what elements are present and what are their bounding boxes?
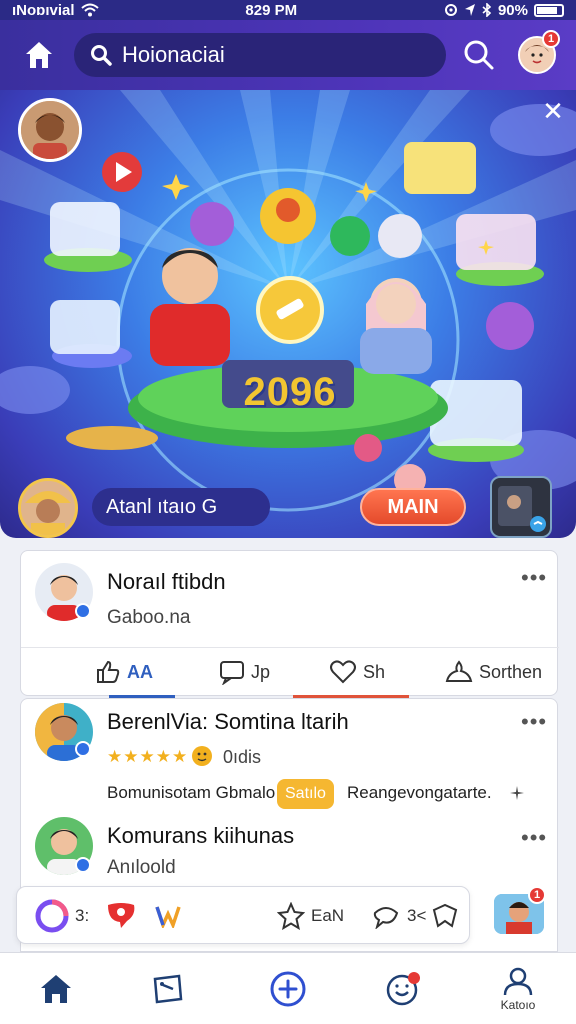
search-button[interactable]: [462, 38, 496, 72]
hero-banner[interactable]: ✕ 2096 Atanl ıtaıo G MAIN: [0, 90, 576, 538]
story-ring-icon: [35, 899, 69, 933]
emoji-icon: [192, 746, 212, 766]
chat-bubble-button[interactable]: [105, 899, 137, 933]
verified-icon: [75, 741, 91, 757]
video-icon: [498, 486, 546, 532]
hero-video-thumbnail[interactable]: [490, 476, 552, 538]
post-more-menu[interactable]: •••: [521, 565, 547, 591]
rating-text: 0ıdis: [223, 747, 262, 767]
brand-logo-icon: [155, 906, 181, 928]
reaction-composer-bar: 3: EaN 3<: [16, 886, 470, 944]
post-action-row: AA Jp Sh Sorthen: [21, 647, 559, 698]
avatar: [21, 481, 75, 535]
verified-icon: [75, 857, 91, 873]
comment-body-end: Reangevongatarte.: [347, 783, 492, 802]
main-cta-button[interactable]: MAIN: [360, 488, 466, 526]
map-icon: [153, 974, 183, 1004]
carrier-label: ıNoɒıvial: [12, 1, 75, 19]
banner-year-label: 2096: [243, 370, 337, 414]
profile-icon: [503, 967, 533, 996]
battery-icon: [534, 3, 564, 17]
status-bar: ıNoɒıvial 829 PM 90%: [0, 0, 576, 20]
brand-button[interactable]: [155, 899, 181, 933]
battery-percent: 90%: [497, 1, 528, 19]
nav-notifications[interactable]: [364, 953, 444, 1024]
profile-avatar-button[interactable]: 1: [518, 30, 560, 74]
wifi-icon: [80, 3, 99, 17]
composer-user-avatar[interactable]: 1: [494, 886, 546, 934]
like-button[interactable]: AA: [95, 648, 175, 698]
post-card: Noraıl ftibdn Gaboo.na ••• AA Jp Sh Sort…: [20, 550, 559, 698]
app-screen: ıNoɒıvial 829 PM 90% 1: [0, 0, 576, 1024]
nav-explore[interactable]: [128, 953, 208, 1024]
notification-badge: 1: [542, 30, 560, 48]
comment-label: Jp: [251, 661, 271, 682]
comment-icon: [220, 661, 244, 685]
search-input[interactable]: [122, 42, 422, 68]
bookmark-button[interactable]: [431, 899, 459, 933]
favorite-label: EaN: [311, 906, 345, 925]
hero-illustration: [0, 90, 576, 512]
comment-more-menu[interactable]: •••: [521, 825, 547, 851]
verified-icon: [75, 603, 91, 619]
avatar: [21, 101, 79, 159]
favorite-button[interactable]: EaN: [277, 899, 344, 933]
comment-author[interactable]: BerenlVia: Somtina ltarih: [107, 709, 349, 735]
search-bar[interactable]: [74, 33, 446, 77]
post-author-name[interactable]: Noraıl ftibdn: [107, 569, 226, 595]
nav-profile[interactable]: Katoıo: [478, 953, 558, 1024]
comment-button[interactable]: Jp: [219, 648, 270, 696]
home-icon: [41, 975, 71, 1003]
nav-profile-label: Katoıo: [500, 998, 536, 1012]
close-banner-button[interactable]: ✕: [540, 98, 566, 124]
hero-host-avatar[interactable]: [18, 98, 82, 162]
sparkle-icon: [510, 786, 524, 800]
comment-tag[interactable]: Satılo: [277, 779, 334, 809]
bookmark-icon: [432, 903, 458, 928]
like-label: AA: [127, 661, 153, 682]
comment-subtitle: Anıloold: [107, 857, 176, 878]
navigation-icon: [464, 4, 475, 16]
home-button[interactable]: [22, 38, 56, 72]
bottom-navigation: Katoıo: [0, 952, 576, 1024]
reply-button[interactable]: 3<: [371, 899, 426, 933]
reply-icon: [373, 907, 399, 929]
share-icon: [445, 660, 473, 682]
search-icon: [464, 40, 494, 70]
rating-stars: ★★★★★: [107, 747, 189, 766]
comment-body-start: Bomunisotam Gbmalo: [107, 783, 276, 802]
react-button[interactable]: Sh: [293, 648, 409, 698]
reply-count: 3<: [407, 906, 427, 925]
hero-label[interactable]: Atanl ıtaıo G: [92, 488, 270, 526]
share-label: Sorthen: [479, 661, 543, 682]
comment-author[interactable]: Komurans kiihunas: [107, 823, 294, 849]
star-icon: [277, 902, 305, 930]
hero-guest-avatar[interactable]: [18, 478, 78, 538]
share-button[interactable]: Sorthen: [445, 648, 542, 696]
notifications-icon: [386, 972, 420, 1006]
react-label: Sh: [363, 661, 386, 682]
add-icon: [270, 971, 306, 1007]
bluetooth-icon: [482, 3, 492, 17]
post-subtitle: Gaboo.na: [107, 607, 191, 628]
comment-more-menu[interactable]: •••: [521, 709, 547, 735]
home-icon: [26, 42, 52, 68]
avatar-badge: 1: [528, 886, 546, 904]
location-icon: [444, 4, 457, 16]
nav-create[interactable]: [248, 953, 328, 1024]
like-icon: [97, 660, 120, 683]
story-count: 3:: [75, 906, 90, 925]
top-app-bar: 1: [0, 20, 576, 90]
search-icon: [91, 45, 112, 66]
nav-home[interactable]: [16, 953, 96, 1024]
clock: 829 PM: [245, 1, 298, 19]
chat-icon: [108, 903, 135, 928]
heart-icon: [330, 660, 356, 684]
story-ring-button[interactable]: 3:: [35, 899, 89, 933]
